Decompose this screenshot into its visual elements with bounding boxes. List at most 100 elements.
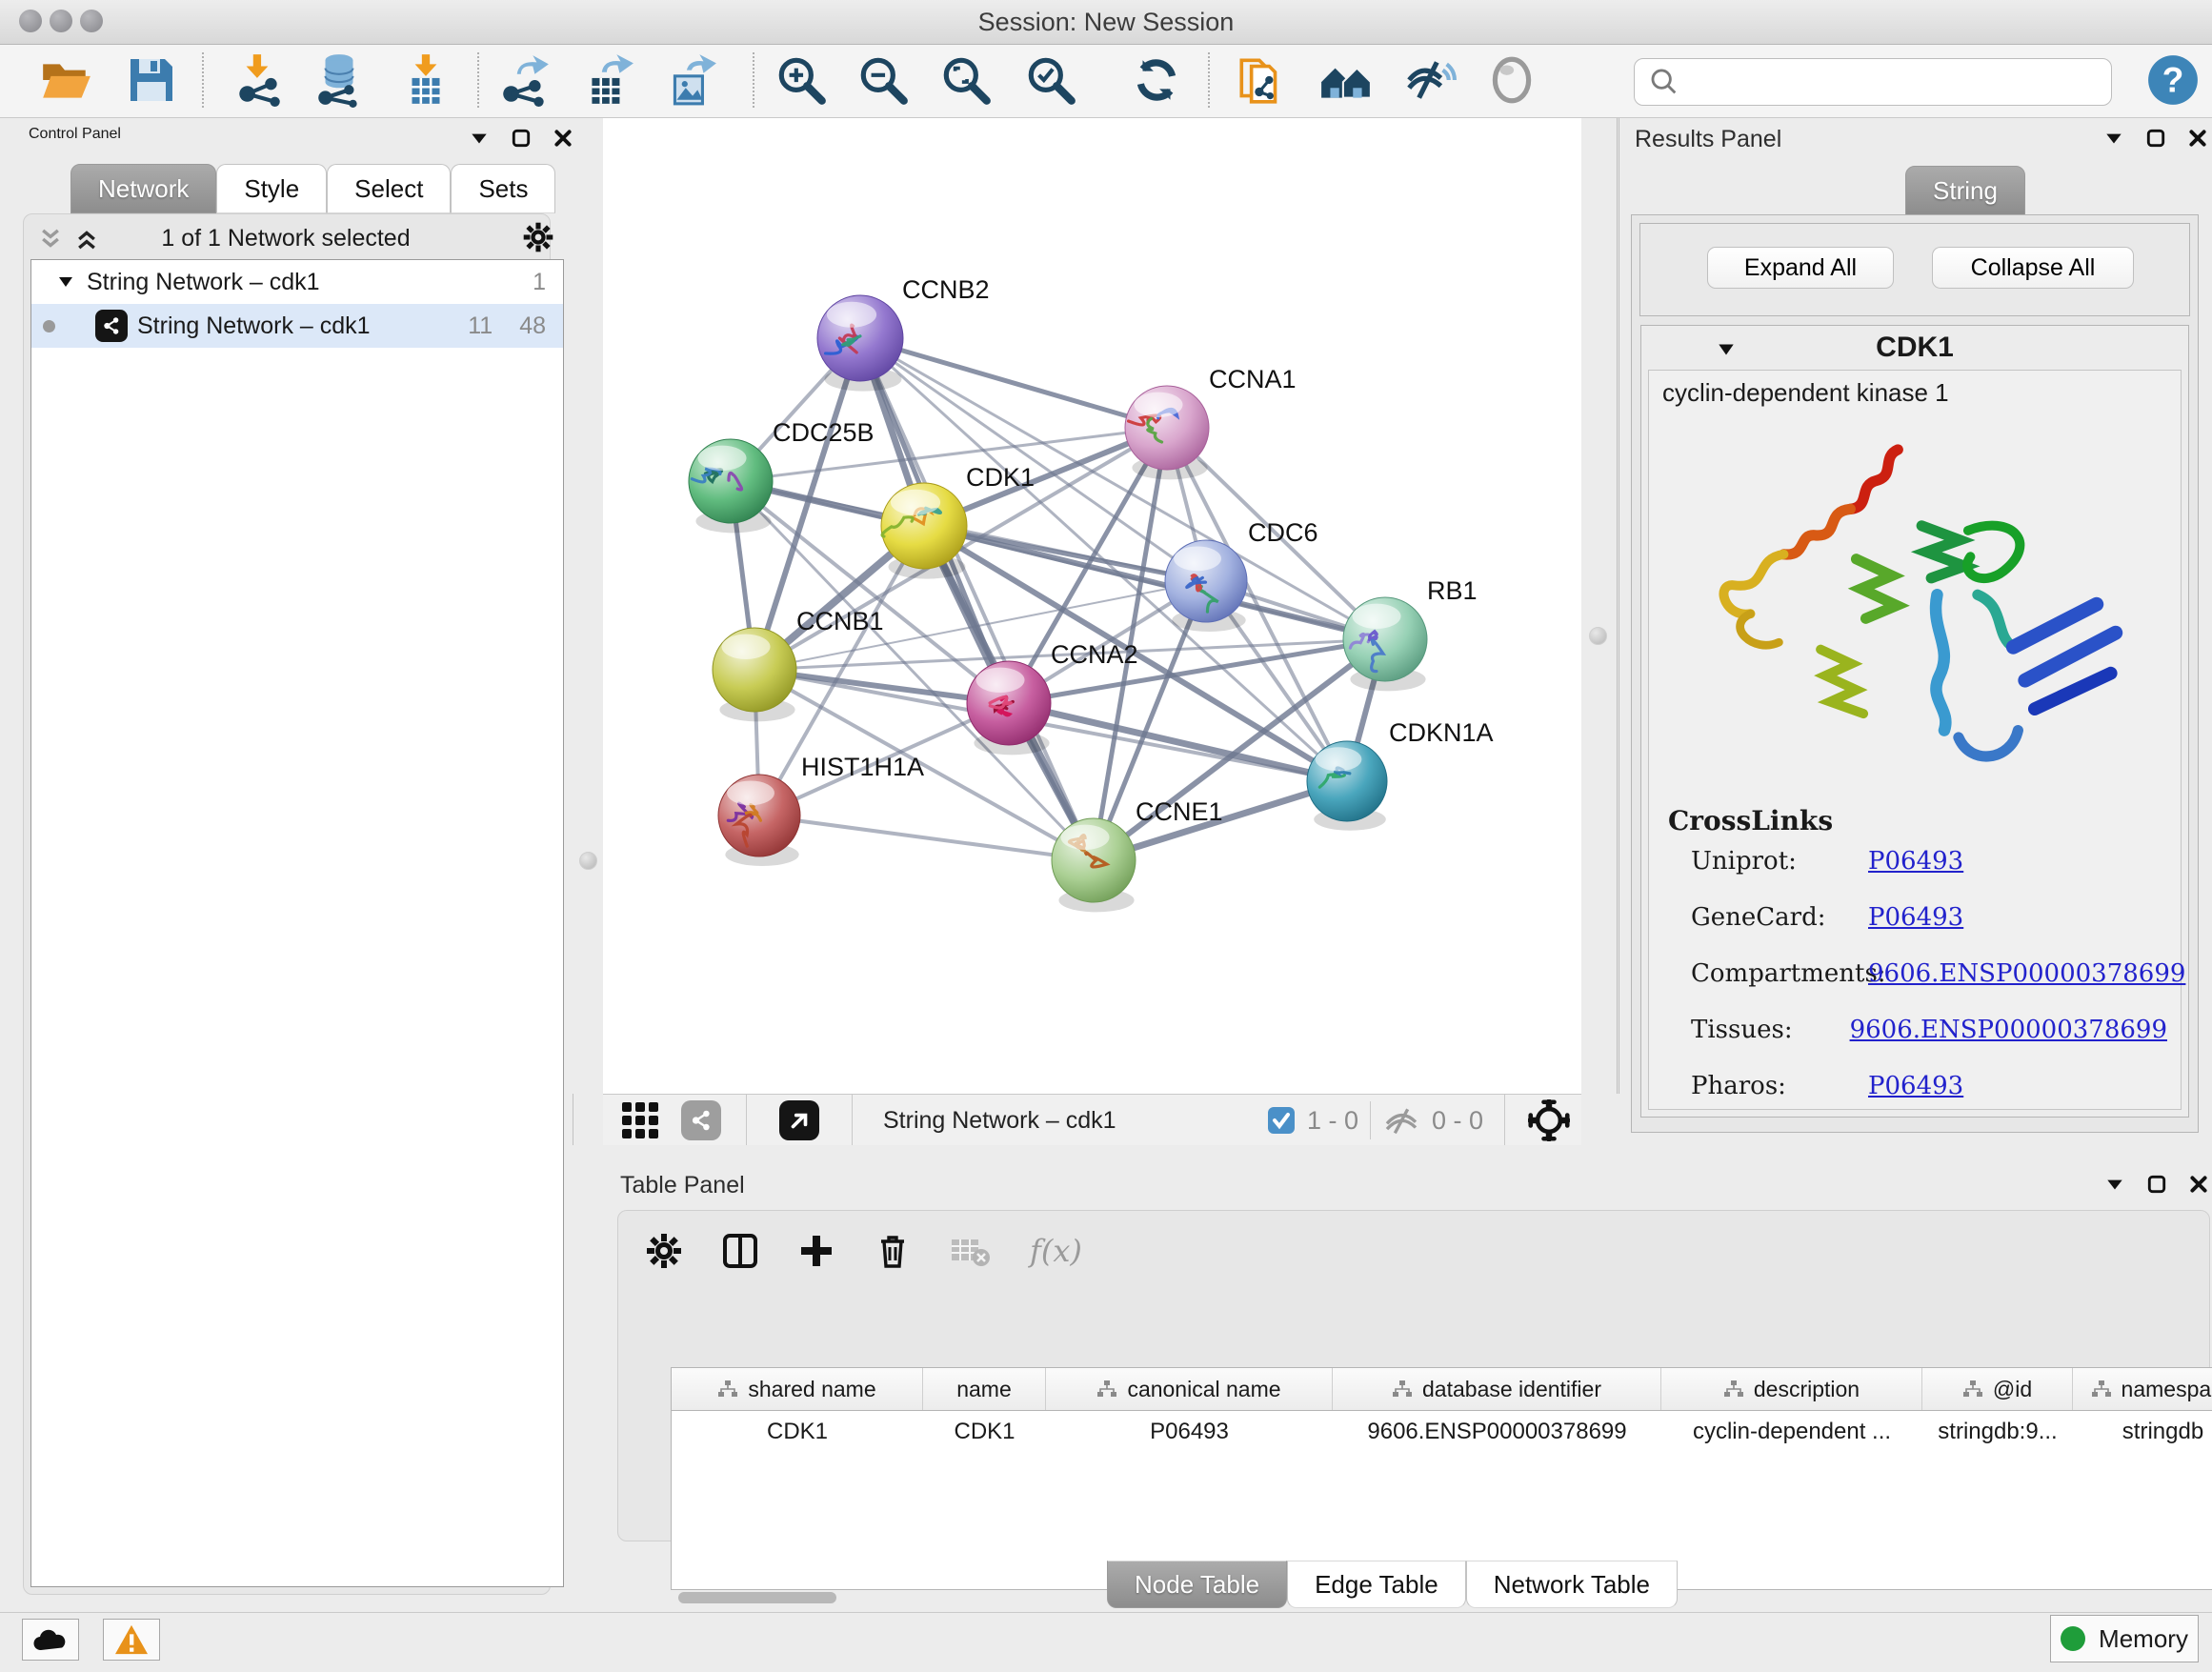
- crosslink-link[interactable]: P06493: [1868, 847, 1963, 876]
- network-node-CCNA1[interactable]: [1125, 386, 1209, 479]
- tab-network[interactable]: Network: [70, 164, 216, 213]
- tab-node-table[interactable]: Node Table: [1107, 1561, 1287, 1608]
- crosslink-link[interactable]: 9606.ENSP00000378699: [1850, 1016, 2167, 1044]
- delete-column-icon[interactable]: [874, 1232, 912, 1270]
- network-node-HIST1H1A[interactable]: [718, 775, 800, 866]
- tree-expander-icon[interactable]: [56, 272, 75, 292]
- results-tab-string[interactable]: String: [1905, 166, 2025, 215]
- network-node-CCNB1[interactable]: [713, 628, 796, 721]
- import-network-button[interactable]: [228, 49, 291, 111]
- collapse-all-networks-icon[interactable]: [74, 227, 99, 256]
- search-box[interactable]: [1634, 58, 2112, 106]
- network-canvas[interactable]: CCNB2CCNA1CDC25BCDK1CDC6RB1CCNB1CCNA2CDK…: [603, 118, 1581, 1094]
- panel-float-icon[interactable]: [2145, 128, 2166, 149]
- panel-collapse-icon[interactable]: [2104, 1174, 2125, 1195]
- left-splitter-handle[interactable]: [579, 852, 597, 870]
- help-button[interactable]: ?: [2142, 49, 2204, 111]
- network-node-CCNA2[interactable]: [967, 661, 1051, 755]
- import-table-button[interactable]: [394, 49, 457, 111]
- table-cell[interactable]: 9606.ENSP00000378699: [1333, 1411, 1661, 1453]
- right-splitter-handle[interactable]: [1589, 627, 1607, 645]
- crosslink-link[interactable]: 9606.ENSP00000378699: [1868, 959, 2185, 988]
- string-home-button[interactable]: [1315, 49, 1377, 111]
- crosslink-link[interactable]: P06493: [1868, 1072, 1963, 1100]
- network-node-CDC25B[interactable]: [689, 439, 773, 533]
- cloud-button[interactable]: [22, 1619, 79, 1661]
- search-input[interactable]: [1688, 68, 2111, 96]
- table-cell[interactable]: CDK1: [923, 1411, 1046, 1453]
- zoom-fit-button[interactable]: [935, 49, 997, 111]
- zoom-selected-button[interactable]: [1019, 49, 1082, 111]
- expand-all-networks-icon[interactable]: [38, 227, 63, 256]
- right-splitter[interactable]: [1581, 118, 1619, 1094]
- open-in-new-window-icon[interactable]: [779, 1100, 819, 1140]
- warnings-button[interactable]: [103, 1619, 160, 1661]
- column-header-namespace[interactable]: namespace: [2073, 1368, 2212, 1410]
- panel-collapse-icon[interactable]: [469, 128, 490, 149]
- tab-select[interactable]: Select: [327, 164, 451, 213]
- birds-eye-view-icon[interactable]: [1528, 1099, 1570, 1141]
- column-header-canonical-name[interactable]: canonical name: [1046, 1368, 1333, 1410]
- network-options-gear-icon[interactable]: [522, 221, 554, 258]
- network-node-CDKN1A[interactable]: [1307, 741, 1387, 831]
- zoom-in-button[interactable]: [770, 49, 833, 111]
- inactive-ball-button[interactable]: [1480, 49, 1543, 111]
- panel-close-icon[interactable]: [2187, 128, 2208, 149]
- refresh-button[interactable]: [1125, 49, 1188, 111]
- table-panel-title: Table Panel: [620, 1172, 745, 1199]
- tab-sets[interactable]: Sets: [451, 164, 555, 213]
- table-cell[interactable]: CDK1: [672, 1411, 923, 1453]
- table-cell[interactable]: P06493: [1046, 1411, 1333, 1453]
- table-options-gear-icon[interactable]: [645, 1232, 683, 1270]
- network-graph[interactable]: CCNB2CCNA1CDC25BCDK1CDC6RB1CCNB1CCNA2CDK…: [603, 118, 1581, 1094]
- table-row[interactable]: CDK1CDK1P064939606.ENSP00000378699cyclin…: [672, 1411, 2212, 1453]
- hide-glass-eye-button[interactable]: [1398, 49, 1460, 111]
- column-header--id[interactable]: @id: [1922, 1368, 2073, 1410]
- tab-style[interactable]: Style: [216, 164, 327, 213]
- network-badge-icon[interactable]: [681, 1100, 721, 1140]
- tab-network-table[interactable]: Network Table: [1466, 1561, 1678, 1608]
- gray-sphere-icon: [1484, 52, 1539, 108]
- crosslink-link[interactable]: P06493: [1868, 903, 1963, 932]
- left-splitter[interactable]: [573, 118, 603, 1094]
- open-folder-icon: [38, 52, 93, 108]
- network-node-CCNE1[interactable]: [1052, 818, 1136, 912]
- column-header-shared-name[interactable]: shared name: [672, 1368, 923, 1410]
- clone-network-button[interactable]: [1230, 49, 1293, 111]
- network-node-CDK1[interactable]: [881, 483, 967, 579]
- expand-all-button[interactable]: Expand All: [1707, 247, 1894, 289]
- network-node-RB1[interactable]: [1343, 597, 1427, 691]
- table-cell[interactable]: stringdb:9...: [1922, 1411, 2073, 1453]
- open-session-button[interactable]: [34, 49, 97, 111]
- column-header-name[interactable]: name: [923, 1368, 1046, 1410]
- add-column-icon[interactable]: [797, 1232, 835, 1270]
- zoom-out-button[interactable]: [852, 49, 915, 111]
- selected-checkbox-icon[interactable]: [1267, 1106, 1296, 1135]
- collapse-all-button[interactable]: Collapse All: [1932, 247, 2134, 289]
- network-collection-row[interactable]: String Network – cdk1 1: [31, 260, 563, 304]
- tab-edge-table[interactable]: Edge Table: [1287, 1561, 1466, 1608]
- import-network-from-database-button[interactable]: [308, 49, 371, 111]
- grid-view-icon[interactable]: [620, 1100, 660, 1140]
- show-columns-icon[interactable]: [721, 1232, 759, 1270]
- panel-close-icon[interactable]: [553, 128, 573, 149]
- network-node-CCNB2[interactable]: [817, 295, 903, 392]
- column-header-description[interactable]: description: [1661, 1368, 1922, 1410]
- table-cell[interactable]: stringdb: [2073, 1411, 2212, 1453]
- network-row-selected[interactable]: String Network – cdk1 11 48: [31, 304, 563, 348]
- search-icon: [1648, 66, 1680, 98]
- memory-button[interactable]: Memory: [2050, 1615, 2199, 1662]
- export-network-button[interactable]: [493, 49, 556, 111]
- network-node-CDC6[interactable]: [1165, 540, 1247, 632]
- panel-float-icon[interactable]: [511, 128, 532, 149]
- control-panel-window-controls: [469, 128, 573, 149]
- export-table-button[interactable]: [576, 49, 639, 111]
- panel-close-icon[interactable]: [2188, 1174, 2209, 1195]
- save-session-button[interactable]: [120, 49, 183, 111]
- export-image-button[interactable]: [659, 49, 722, 111]
- column-header-database-identifier[interactable]: database identifier: [1333, 1368, 1661, 1410]
- crosslinks-list: Uniprot:P06493GeneCard:P06493Compartment…: [1691, 847, 2167, 1128]
- panel-float-icon[interactable]: [2146, 1174, 2167, 1195]
- table-cell[interactable]: cyclin-dependent ...: [1661, 1411, 1922, 1453]
- panel-collapse-icon[interactable]: [2103, 128, 2124, 149]
